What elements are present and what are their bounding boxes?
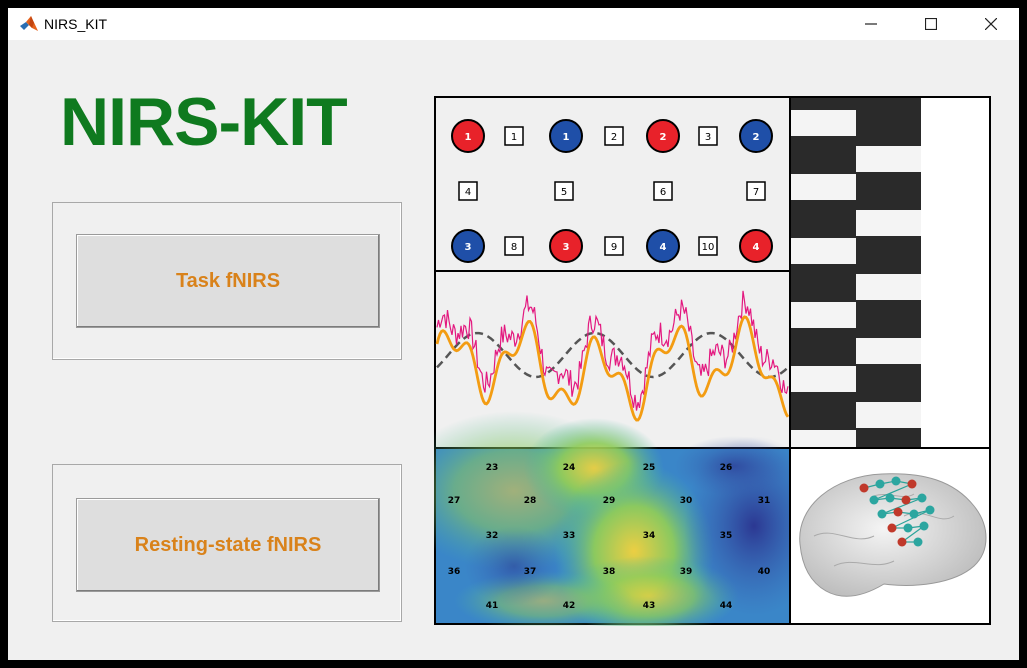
optode-label: 4 bbox=[660, 242, 667, 253]
network-node bbox=[903, 523, 913, 533]
channel-label: 2 bbox=[611, 132, 617, 143]
channel-number: 26 bbox=[720, 463, 733, 473]
network-node bbox=[901, 495, 911, 505]
channel-number: 43 bbox=[643, 601, 656, 611]
channel-number: 37 bbox=[524, 567, 537, 577]
raster-band bbox=[856, 210, 921, 236]
channel-number: 31 bbox=[758, 496, 771, 506]
channel-number: 25 bbox=[643, 463, 656, 473]
channel-label: 8 bbox=[511, 242, 517, 253]
channel-number: 41 bbox=[486, 601, 499, 611]
channel-label: 10 bbox=[702, 242, 715, 253]
channel-number: 42 bbox=[563, 601, 576, 611]
maximize-icon bbox=[925, 18, 937, 30]
close-icon bbox=[985, 18, 997, 30]
channel-label: 4 bbox=[465, 187, 471, 198]
network-node bbox=[887, 523, 897, 533]
network-node bbox=[917, 493, 927, 503]
raster-band bbox=[791, 366, 856, 392]
optode-label: 2 bbox=[660, 132, 667, 143]
probe-layout: 1 1 1 2 2 3 2 3 8 3 9 4 10 4 4 5 6 7 bbox=[434, 96, 791, 272]
optode-label: 1 bbox=[563, 132, 570, 143]
channel-number: 24 bbox=[563, 463, 576, 473]
raster-band bbox=[791, 110, 856, 136]
optode-label: 2 bbox=[753, 132, 760, 143]
channel-label: 7 bbox=[753, 187, 759, 198]
close-button[interactable] bbox=[971, 8, 1011, 40]
network-node bbox=[885, 493, 895, 503]
network-node bbox=[913, 537, 923, 547]
network-node bbox=[919, 521, 929, 531]
matlab-icon bbox=[20, 16, 38, 32]
channel-number: 40 bbox=[758, 567, 771, 577]
raster-band bbox=[791, 238, 856, 264]
raster-band bbox=[856, 274, 921, 300]
network-node bbox=[869, 495, 879, 505]
channel-number: 36 bbox=[448, 567, 461, 577]
channel-number: 39 bbox=[680, 567, 693, 577]
raster-band bbox=[856, 338, 921, 364]
topographic-map: 23 24 25 26 27 28 29 30 31 32 33 34 35 36 37 38 39 40 41 42… bbox=[394, 411, 824, 641]
channel-number: 27 bbox=[448, 496, 461, 506]
optode-label: 1 bbox=[465, 132, 472, 143]
raster-band bbox=[856, 146, 921, 172]
optode-label: 3 bbox=[563, 242, 570, 253]
network-node bbox=[859, 483, 869, 493]
montage-figure: 1 1 1 2 2 3 23 8 3 9 4 10 44 5 6 7 23 24 25 2627 28 29 30 31 bbox=[394, 95, 991, 641]
channel-label: 3 bbox=[705, 132, 711, 143]
network-node bbox=[875, 479, 885, 489]
raster-band bbox=[856, 402, 921, 428]
channel-number: 32 bbox=[486, 531, 499, 541]
nirs-kit-logo: NIRS-KIT bbox=[60, 84, 348, 160]
channel-number: 23 bbox=[486, 463, 499, 473]
channel-label: 1 bbox=[511, 132, 517, 143]
channel-number: 44 bbox=[720, 601, 733, 611]
network-node bbox=[897, 537, 907, 547]
overview-montage: 1 1 1 2 2 3 2 3 8 3 9 4 10 4 4 5 6 7 23 24 25 26 27 28 29 30 31 bbox=[394, 95, 992, 641]
network-node bbox=[891, 476, 901, 486]
channel-label: 5 bbox=[561, 187, 567, 198]
maximize-button[interactable] bbox=[911, 8, 951, 40]
minimize-button[interactable] bbox=[851, 8, 891, 40]
raster-band bbox=[791, 174, 856, 200]
channel-number: 34 bbox=[643, 531, 656, 541]
application-window: NIRS_KIT NIRS-KIT Task fNIRS Resting-sta… bbox=[8, 8, 1019, 660]
channel-number: 28 bbox=[524, 496, 537, 506]
resting-state-fnirs-button[interactable]: Resting-state fNIRS bbox=[76, 498, 380, 592]
network-node bbox=[907, 479, 917, 489]
network-node bbox=[877, 509, 887, 519]
network-node bbox=[925, 505, 935, 515]
channel-label: 9 bbox=[611, 242, 617, 253]
raster-band bbox=[791, 302, 856, 328]
channel-number: 30 bbox=[680, 496, 693, 506]
title-bar[interactable]: NIRS_KIT bbox=[8, 8, 1019, 40]
channel-label: 6 bbox=[660, 187, 666, 198]
channel-number: 35 bbox=[720, 531, 733, 541]
stimulus-raster bbox=[789, 96, 991, 456]
channel-number: 33 bbox=[563, 531, 576, 541]
network-node bbox=[893, 507, 903, 517]
task-fnirs-button[interactable]: Task fNIRS bbox=[76, 234, 380, 328]
channel-number: 38 bbox=[603, 567, 616, 577]
optode-label: 3 bbox=[465, 242, 472, 253]
channel-number: 29 bbox=[603, 496, 616, 506]
optode-label: 4 bbox=[753, 242, 760, 253]
brain-render bbox=[789, 447, 991, 625]
minimize-icon bbox=[865, 23, 877, 25]
window-title: NIRS_KIT bbox=[44, 16, 108, 32]
network-node bbox=[909, 509, 919, 519]
